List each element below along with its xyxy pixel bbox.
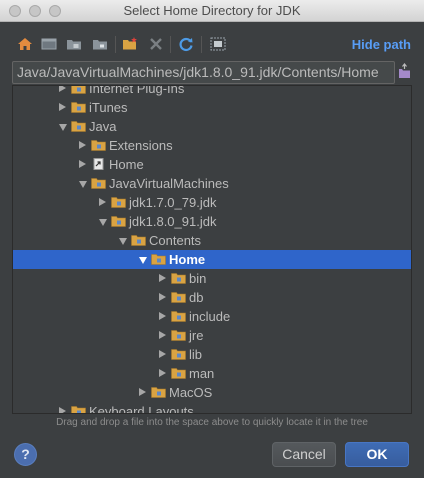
- tree-row-label: jdk1.8.0_91.jdk: [129, 214, 217, 229]
- tree-row[interactable]: jre: [13, 326, 411, 345]
- new-folder-icon[interactable]: [122, 36, 138, 52]
- toolbar: Hide path: [0, 30, 424, 58]
- tree-row[interactable]: Keyboard Layouts: [13, 402, 411, 414]
- folder-icon: [71, 406, 86, 413]
- tree-row[interactable]: include: [13, 307, 411, 326]
- module-icon[interactable]: [92, 36, 108, 52]
- tree-row[interactable]: MacOS: [13, 383, 411, 402]
- folder-icon: [171, 330, 186, 341]
- home-icon[interactable]: [17, 36, 33, 52]
- tree-row[interactable]: bin: [13, 269, 411, 288]
- tree-row-label: iTunes: [89, 100, 128, 115]
- tree-row[interactable]: lib: [13, 345, 411, 364]
- expand-arrow-icon[interactable]: [139, 388, 146, 396]
- expand-arrow-icon[interactable]: [59, 103, 66, 111]
- file-tree[interactable]: Internet Plug-Ins iTunes Java Extensions Hom…: [12, 85, 412, 414]
- tree-row[interactable]: Home: [13, 155, 411, 174]
- cancel-button[interactable]: Cancel: [272, 442, 336, 467]
- folder-icon: [71, 86, 86, 94]
- expand-arrow-icon[interactable]: [159, 293, 166, 301]
- expand-arrow-icon[interactable]: [159, 369, 166, 377]
- hide-path-link[interactable]: Hide path: [352, 37, 411, 52]
- tree-row-label: man: [189, 366, 215, 381]
- window-title: Select Home Directory for JDK: [123, 3, 301, 18]
- desktop-icon[interactable]: [41, 36, 57, 52]
- tree-row-label: db: [189, 290, 204, 305]
- collapse-arrow-icon[interactable]: [79, 181, 87, 188]
- expand-arrow-icon[interactable]: [159, 274, 166, 282]
- expand-arrow-icon[interactable]: [159, 331, 166, 339]
- tree-row[interactable]: man: [13, 364, 411, 383]
- collapse-arrow-icon[interactable]: [59, 124, 67, 131]
- expand-arrow-icon[interactable]: [159, 350, 166, 358]
- path-history-icon[interactable]: [398, 63, 411, 80]
- folder-icon: [71, 102, 86, 113]
- folder-icon: [91, 178, 106, 189]
- tree-row-label: include: [189, 309, 231, 324]
- tree-row[interactable]: Home: [13, 250, 411, 269]
- collapse-arrow-icon[interactable]: [99, 219, 107, 226]
- folder-icon: [171, 349, 186, 360]
- help-button[interactable]: ?: [14, 443, 37, 466]
- tree-row-label: Internet Plug-Ins: [89, 85, 185, 96]
- tree-row[interactable]: jdk1.7.0_79.jdk: [13, 193, 411, 212]
- folder-icon: [131, 235, 146, 246]
- tree-row[interactable]: Extensions: [13, 136, 411, 155]
- tree-row-label: jre: [189, 328, 204, 343]
- tree-row[interactable]: db: [13, 288, 411, 307]
- tree-row-label: Contents: [149, 233, 202, 248]
- tree-row[interactable]: JavaVirtualMachines: [13, 174, 411, 193]
- tree-row-label: Home: [109, 157, 144, 172]
- toolbar-separator: [201, 36, 202, 53]
- tree-row[interactable]: iTunes: [13, 98, 411, 117]
- drag-drop-hint: Drag and drop a file into the space abov…: [56, 417, 368, 428]
- expand-arrow-icon[interactable]: [99, 198, 106, 206]
- tree-row-label: bin: [189, 271, 207, 286]
- delete-icon[interactable]: [148, 36, 164, 52]
- folder-icon: [91, 140, 106, 151]
- tree-row-label: Home: [169, 252, 206, 267]
- expand-arrow-icon[interactable]: [59, 86, 66, 92]
- expand-arrow-icon[interactable]: [59, 407, 66, 413]
- path-input[interactable]: Java/JavaVirtualMachines/jdk1.8.0_91.jdk…: [12, 61, 395, 84]
- tree-row[interactable]: jdk1.8.0_91.jdk: [13, 212, 411, 231]
- expand-arrow-icon[interactable]: [159, 312, 166, 320]
- tree-row-label: jdk1.7.0_79.jdk: [129, 195, 217, 210]
- collapse-arrow-icon[interactable]: [139, 257, 147, 264]
- ok-button[interactable]: OK: [345, 442, 409, 467]
- expand-arrow-icon[interactable]: [79, 141, 86, 149]
- folder-icon: [71, 121, 86, 132]
- toolbar-separator: [170, 36, 171, 53]
- symlink-file-icon: [93, 158, 104, 170]
- folder-icon: [171, 273, 186, 284]
- tree-row-label: Keyboard Layouts: [89, 404, 194, 414]
- tree-row-label: Extensions: [109, 138, 173, 153]
- folder-icon: [171, 368, 186, 379]
- folder-icon: [111, 197, 126, 208]
- tree-row[interactable]: Java: [13, 117, 411, 136]
- title-bar: Select Home Directory for JDK: [0, 0, 424, 22]
- folder-icon: [151, 254, 166, 265]
- tree-row-label: MacOS: [169, 385, 213, 400]
- folder-icon: [171, 292, 186, 303]
- folder-icon: [111, 216, 126, 227]
- tree-row[interactable]: Internet Plug-Ins: [13, 85, 411, 98]
- tree-row[interactable]: Contents: [13, 231, 411, 250]
- tree-row-label: lib: [189, 347, 203, 362]
- project-icon[interactable]: [66, 36, 82, 52]
- show-hidden-icon[interactable]: [210, 36, 226, 52]
- tree-row-label: JavaVirtualMachines: [109, 176, 229, 191]
- folder-icon: [151, 387, 166, 398]
- folder-icon: [171, 311, 186, 322]
- expand-arrow-icon[interactable]: [79, 160, 86, 168]
- refresh-icon[interactable]: [178, 36, 194, 52]
- collapse-arrow-icon[interactable]: [119, 238, 127, 245]
- tree-row-label: Java: [89, 119, 117, 134]
- toolbar-separator: [115, 36, 116, 53]
